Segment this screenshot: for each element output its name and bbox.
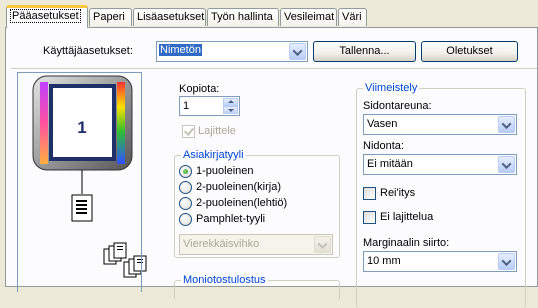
settings-panel: Käyttäjäasetukset: Nimetön Tallenna... O… xyxy=(5,27,538,308)
margin-shift-select[interactable]: 10 mm xyxy=(363,251,517,272)
document-style-title: Asiakirjatyyli xyxy=(181,149,246,161)
tab-main-settings-label: Pääasetukset xyxy=(10,9,81,23)
pamphlet-select[interactable]: Vierekkäisvihko xyxy=(179,234,333,255)
tab-strip: Pääasetukset Paperi Lisäasetukset Työn h… xyxy=(0,0,538,28)
staple-select[interactable]: Ei mitään xyxy=(363,154,517,175)
preview-box-border xyxy=(17,72,142,292)
punch-label: Rei'itys xyxy=(380,187,416,199)
no-collate-label: Ei lajittelua xyxy=(380,211,434,223)
binding-value: Vasen xyxy=(367,118,398,130)
punch-checkbox[interactable] xyxy=(363,187,376,200)
multi-output-group: Moniotostulostus xyxy=(174,274,340,300)
margin-shift-value: 10 mm xyxy=(367,255,401,267)
finishing-title: Viimeistely xyxy=(363,82,420,94)
radio-two-sided-tablet[interactable] xyxy=(179,197,192,210)
tab-main-settings[interactable]: Pääasetukset xyxy=(6,5,88,28)
defaults-button[interactable]: Oletukset xyxy=(421,41,518,62)
radio-one-sided[interactable] xyxy=(179,165,192,178)
preview-area: 1 xyxy=(6,68,166,292)
tab-watermarks[interactable]: Vesileimat xyxy=(280,8,337,26)
radio-two-sided-tablet-label: 2-puoleinen(lehtiö) xyxy=(196,197,288,209)
save-button[interactable]: Tallenna... xyxy=(313,41,416,62)
collate-label: Lajittele xyxy=(198,125,236,137)
user-settings-value: Nimetön xyxy=(159,44,202,56)
radio-pamphlet[interactable] xyxy=(179,213,192,226)
spin-up-icon[interactable] xyxy=(223,98,238,106)
spin-down-icon[interactable] xyxy=(223,106,238,114)
radio-two-sided-book[interactable] xyxy=(179,181,192,194)
chevron-down-icon[interactable] xyxy=(498,253,515,270)
radio-pamphlet-label: Pamphlet-tyyli xyxy=(196,213,266,225)
copies-label: Kopiota: xyxy=(179,83,220,95)
chevron-down-icon[interactable] xyxy=(498,116,515,133)
collate-checkbox[interactable] xyxy=(182,125,195,138)
user-settings-label: Käyttäjäasetukset: xyxy=(43,45,133,57)
no-collate-checkbox[interactable] xyxy=(363,211,376,224)
staple-label: Nidonta: xyxy=(363,140,404,152)
copies-spinner[interactable]: 1 xyxy=(179,96,240,116)
chevron-down-icon[interactable] xyxy=(289,43,306,60)
binding-select[interactable]: Vasen xyxy=(363,114,517,135)
radio-one-sided-label: 1-puoleinen xyxy=(196,165,254,177)
tab-paper[interactable]: Paperi xyxy=(89,8,132,26)
copies-value[interactable]: 1 xyxy=(183,100,189,112)
binding-label: Sidontareuna: xyxy=(363,100,432,112)
multi-output-title: Moniotostulostus xyxy=(181,274,268,286)
tab-job-handling[interactable]: Työn hallinta xyxy=(207,8,279,26)
chevron-down-icon[interactable] xyxy=(314,236,331,253)
radio-two-sided-book-label: 2-puoleinen(kirja) xyxy=(196,181,281,193)
pamphlet-select-value: Vierekkäisvihko xyxy=(183,238,260,250)
tab-color[interactable]: Väri xyxy=(338,8,367,26)
margin-shift-label: Marginaalin siirto: xyxy=(363,237,450,249)
tab-advanced[interactable]: Lisäasetukset xyxy=(133,8,206,26)
user-settings-select[interactable]: Nimetön xyxy=(156,41,308,62)
chevron-down-icon[interactable] xyxy=(498,156,515,173)
staple-value: Ei mitään xyxy=(367,158,413,170)
